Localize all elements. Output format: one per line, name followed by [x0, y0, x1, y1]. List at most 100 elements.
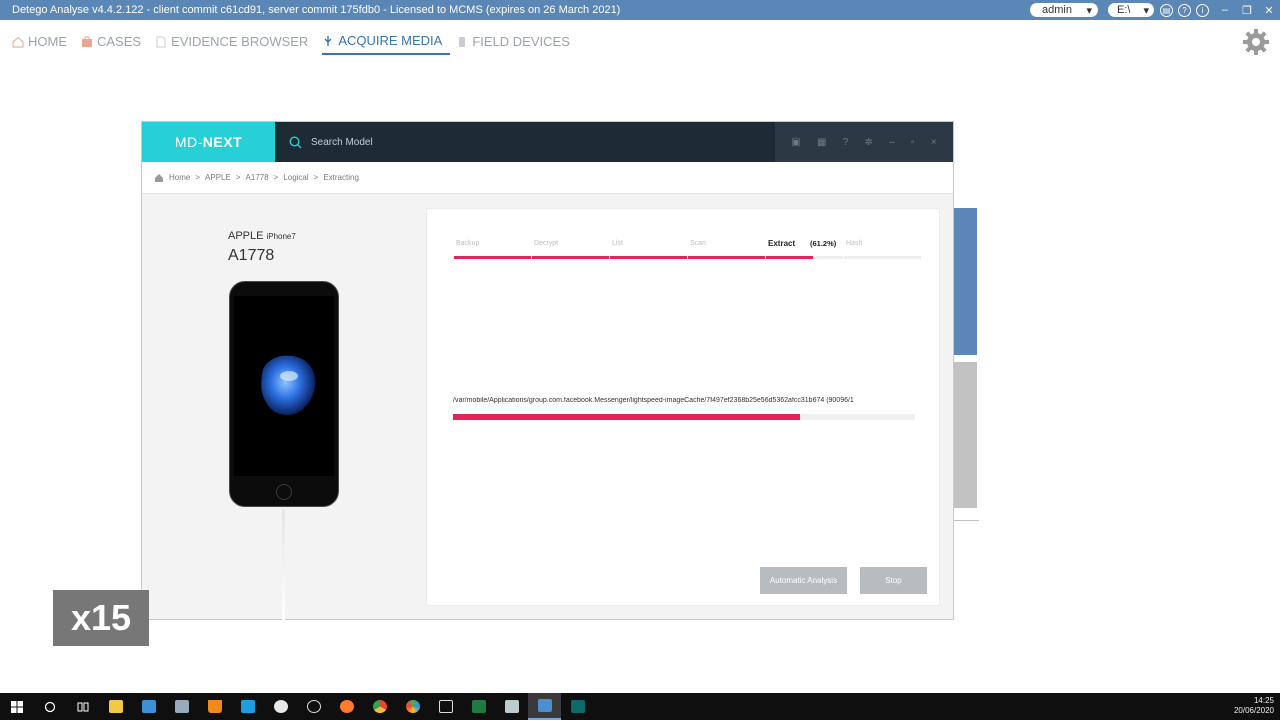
itunes-icon[interactable] [264, 693, 297, 720]
nav-evidence-label: EVIDENCE BROWSER [171, 34, 309, 49]
md-next-logo: MD- NEXT [142, 122, 275, 162]
taskbar: 14:25 20/06/2020 [0, 693, 1280, 720]
info-icon[interactable]: i [1196, 3, 1209, 17]
help-icon[interactable]: ? [843, 137, 849, 148]
logo-right: NEXT [202, 134, 243, 150]
step-percent: (61.2%) [810, 239, 837, 248]
document-icon [156, 36, 166, 47]
step-fill-list [610, 256, 687, 259]
task-view-icon[interactable] [66, 693, 99, 720]
home-icon[interactable] [154, 173, 164, 183]
close-icon[interactable]: × [931, 137, 937, 148]
step-fill-extract [766, 256, 813, 259]
help-icon[interactable]: ? [1178, 3, 1191, 17]
home-button [276, 484, 292, 500]
usb-cable [282, 510, 285, 620]
main-nav: HOME CASES EVIDENCE BROWSER ACQUIRE MEDI… [12, 31, 584, 55]
droplet-wallpaper [261, 355, 316, 416]
phone-image [229, 281, 339, 507]
clock-time: 14:25 [1253, 696, 1274, 705]
md-next-header: MD- NEXT Search Model ▣ ▦ ? ✲ – ▫ × [142, 122, 953, 162]
stop-button[interactable]: Stop [860, 567, 927, 594]
clipboard-icon[interactable]: ▦ [817, 137, 826, 148]
md-next-toolbar: ▣ ▦ ? ✲ – ▫ × [775, 122, 953, 162]
model-search[interactable]: Search Model [275, 135, 775, 149]
app-icon-circle[interactable] [297, 693, 330, 720]
app-icon-blue[interactable] [132, 693, 165, 720]
side-panel-blue [953, 208, 977, 355]
maximize-icon[interactable]: ▫ [911, 137, 915, 148]
step-label-list: List [612, 240, 623, 247]
nav-cases-label: CASES [97, 34, 142, 49]
app-icon-window[interactable] [495, 693, 528, 720]
breadcrumb-sep: > [313, 173, 319, 182]
step-fill-decrypt [532, 256, 609, 259]
restore-window-button[interactable]: ❐ [1236, 4, 1258, 17]
breadcrumb-home[interactable]: Home [169, 173, 190, 182]
nav-home[interactable]: HOME [12, 31, 75, 55]
step-label-backup: Backup [456, 240, 480, 247]
device-brand: APPLE iPhone7 [228, 230, 296, 242]
user-dropdown[interactable]: admin ▾ [1030, 3, 1098, 17]
nav-home-label: HOME [28, 34, 67, 49]
breadcrumb-model[interactable]: A1778 [245, 173, 268, 182]
breadcrumb-sep: > [273, 173, 279, 182]
breadcrumb-logical[interactable]: Logical [283, 173, 308, 182]
step-track-hash [844, 256, 921, 259]
app-icon-note[interactable] [429, 693, 462, 720]
clock-date: 20/06/2020 [1233, 706, 1274, 715]
settings-icon[interactable]: ✲ [865, 137, 873, 148]
app-icon-cyan[interactable] [231, 693, 264, 720]
search-placeholder: Search Model [311, 136, 373, 148]
user-dropdown-value: admin [1042, 4, 1072, 16]
system-clock[interactable]: 14:25 20/06/2020 [1234, 696, 1274, 716]
drive-dropdown-value: E:\ [1117, 4, 1131, 16]
playback-speed-badge: x15 [53, 590, 149, 646]
vlc-icon[interactable] [198, 693, 231, 720]
drive-dropdown[interactable]: E:\ ▾ [1108, 3, 1154, 17]
step-label-scan: Scan [690, 240, 706, 247]
detego-icon[interactable] [528, 693, 561, 720]
step-label-hash: Hash [846, 240, 863, 247]
md-next-icon[interactable] [561, 693, 594, 720]
file-progress-track [453, 414, 915, 420]
window-title: Detego Analyse v4.4.2.122 - client commi… [12, 4, 621, 16]
screenshot-icon[interactable]: ▣ [791, 137, 800, 148]
app-icon-wheel[interactable] [396, 693, 429, 720]
title-bar: Detego Analyse v4.4.2.122 - client commi… [0, 0, 1280, 20]
device-model-name: iPhone7 [266, 232, 296, 241]
step-label-decrypt: Decrypt [534, 240, 559, 247]
settings-gear-icon[interactable] [1242, 28, 1270, 56]
file-explorer-icon[interactable] [99, 693, 132, 720]
close-window-button[interactable]: ✕ [1258, 4, 1280, 17]
md-next-window: MD- NEXT Search Model ▣ ▦ ? ✲ – ▫ × Home … [141, 121, 954, 620]
nav-evidence-browser[interactable]: EVIDENCE BROWSER [155, 31, 316, 55]
search-icon[interactable] [33, 693, 66, 720]
firefox-icon[interactable] [330, 693, 363, 720]
logo-left: MD- [174, 134, 203, 150]
device-model: A1778 [228, 247, 275, 264]
automatic-analysis-button[interactable]: Automatic Analysis [760, 567, 847, 594]
breadcrumb-apple[interactable]: APPLE [205, 173, 231, 182]
briefcase-icon [82, 36, 92, 47]
breadcrumb-sep: > [195, 173, 201, 182]
chrome-icon[interactable] [363, 693, 396, 720]
minimize-window-button[interactable]: – [1214, 4, 1236, 16]
breadcrumb: Home > APPLE > A1778 > Logical > Extract… [142, 162, 953, 194]
chevron-down-icon: ▾ [1143, 4, 1149, 17]
nav-cases[interactable]: CASES [81, 31, 149, 55]
app-icon-gray[interactable] [165, 693, 198, 720]
device-brand-name: APPLE [228, 230, 264, 242]
nav-field-label: FIELD DEVICES [472, 34, 570, 49]
minimize-icon[interactable]: – [889, 137, 895, 148]
divider [953, 520, 979, 521]
phone-screen [234, 296, 334, 476]
breadcrumb-sep: > [235, 173, 241, 182]
nav-field-devices[interactable]: FIELD DEVICES [456, 31, 578, 55]
storage-icon[interactable]: ▤ [1160, 3, 1173, 17]
step-fill-backup [454, 256, 531, 259]
nav-acquire-media[interactable]: ACQUIRE MEDIA [322, 31, 451, 55]
excel-icon[interactable] [462, 693, 495, 720]
side-panel-gray [953, 362, 977, 508]
windows-start-icon[interactable] [0, 693, 33, 720]
